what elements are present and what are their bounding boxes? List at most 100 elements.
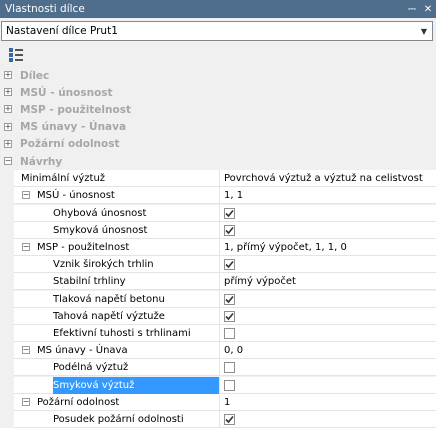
categorized-view-icon[interactable]	[9, 48, 23, 62]
property-label: Vznik širokých trhlin	[53, 259, 154, 271]
close-icon[interactable]: ✕	[420, 1, 436, 17]
property-value-text: 1, přímý výpočet, 1, 1, 0	[224, 242, 347, 253]
expand-icon[interactable]: +	[4, 122, 12, 131]
property-row[interactable]: Minimální výztuž Povrchová výztuž a výztu…	[0, 170, 436, 188]
collapse-icon[interactable]: −	[22, 191, 30, 200]
row-margin	[0, 170, 14, 188]
category-row[interactable]: − Návrhy	[0, 153, 436, 170]
property-row[interactable]: Podélná výztuž	[0, 359, 436, 377]
settings-selector[interactable]: Nastavení dílce Prut1 ▼	[1, 21, 433, 41]
category-row[interactable]: + Požární odolnost	[0, 136, 436, 153]
property-row[interactable]: Efektivní tuhosti s trhlinami	[0, 325, 436, 342]
property-label: Smyková výztuž	[53, 376, 219, 394]
checkbox-checked[interactable]	[224, 310, 235, 322]
expand-icon[interactable]: +	[4, 139, 12, 148]
settings-selector-value: Nastavení dílce Prut1	[6, 25, 118, 37]
chevron-down-icon[interactable]: ▼	[416, 27, 432, 36]
expand-icon[interactable]: +	[4, 71, 12, 79]
property-value-text: 1	[224, 396, 231, 408]
property-row[interactable]: − MSÚ - únosnost 1, 1	[0, 187, 436, 205]
property-value[interactable]: 1, 1	[220, 187, 436, 204]
row-margin	[0, 239, 14, 256]
property-label: Tlaková napětí betonu	[53, 293, 165, 305]
property-value[interactable]: 0, 0	[220, 342, 436, 359]
checkbox-checked[interactable]	[224, 293, 235, 305]
property-value[interactable]: přímý výpočet	[220, 273, 436, 290]
property-label: Minimální výztuž	[21, 173, 106, 185]
checkbox-checked[interactable]	[224, 207, 235, 219]
collapse-icon[interactable]: −	[22, 243, 30, 251]
pin-icon[interactable]: ⎓	[404, 1, 420, 17]
property-row[interactable]: − Požární odolnost 1	[0, 393, 436, 411]
checkbox-unchecked[interactable]	[224, 379, 235, 391]
collapse-icon[interactable]: −	[22, 346, 30, 355]
row-margin	[0, 342, 14, 360]
row-margin	[0, 359, 14, 377]
panel-titlebar: Vlastnosti dílce ⎓ ✕	[0, 0, 436, 18]
property-row[interactable]: Ohybová únosnost	[0, 204, 436, 222]
category-label: MSP - použitelnost	[20, 103, 131, 116]
toolbar	[0, 43, 436, 67]
category-row[interactable]: + MS únavy - Únava	[0, 119, 436, 136]
property-value[interactable]	[220, 222, 436, 239]
property-value[interactable]: 1	[220, 394, 436, 411]
collapse-icon[interactable]: −	[4, 157, 12, 165]
row-margin	[0, 204, 14, 222]
row-margin	[0, 325, 14, 342]
property-value-text: 0, 0	[224, 345, 244, 357]
property-value-text: 1, 1	[224, 190, 244, 202]
collapse-icon[interactable]: −	[22, 397, 30, 406]
property-label: Posudek požární odolnosti	[53, 414, 184, 425]
property-value[interactable]: 1, přímý výpočet, 1, 1, 0	[220, 239, 436, 256]
row-margin	[0, 273, 14, 291]
row-margin	[0, 290, 14, 308]
category-label: Návrhy	[20, 155, 63, 168]
property-row[interactable]: Smyková únosnost	[0, 221, 436, 239]
category-label: Dílec	[20, 69, 50, 82]
property-row[interactable]: Vznik širokých trhlin	[0, 256, 436, 274]
property-label: MS únavy - Únava	[37, 345, 128, 357]
property-row[interactable]: − MSP - použitelnost 1, přímý výpočet, 1, …	[0, 239, 436, 256]
property-grid: + Dílec + MSÚ - únosnost + MSP - použitelnost…	[0, 67, 436, 428]
property-row[interactable]: Stabilní trhliny přímý výpočet	[0, 273, 436, 291]
property-value[interactable]	[220, 256, 436, 273]
checkbox-unchecked[interactable]	[224, 362, 235, 374]
property-value[interactable]	[220, 291, 436, 308]
row-margin	[0, 256, 14, 274]
row-margin	[0, 187, 14, 205]
category-label: Požární odolnost	[20, 138, 120, 151]
checkbox-checked[interactable]	[224, 414, 235, 425]
category-label: MS únavy - Únava	[20, 121, 127, 134]
property-value[interactable]	[220, 308, 436, 325]
checkbox-checked[interactable]	[224, 224, 235, 236]
property-label: Podélná výztuž	[53, 362, 129, 374]
property-label: MSP - použitelnost	[37, 242, 130, 253]
row-margin	[0, 411, 14, 428]
checkbox-checked[interactable]	[224, 259, 235, 271]
property-row[interactable]: − MS únavy - Únava 0, 0	[0, 342, 436, 360]
property-label: Smyková únosnost	[53, 224, 148, 236]
expand-icon[interactable]: +	[4, 88, 12, 97]
property-value[interactable]	[220, 325, 436, 342]
property-value[interactable]	[220, 411, 436, 428]
property-label: Požární odolnost	[37, 396, 120, 408]
panel-title: Vlastnosti dílce	[5, 3, 85, 15]
category-row[interactable]: + Dílec	[0, 67, 436, 84]
property-value[interactable]	[220, 359, 436, 376]
property-value[interactable]: Povrchová výztuž a výztuž na celistvost	[220, 170, 436, 187]
category-label: MSÚ - únosnost	[20, 86, 113, 99]
property-label: Stabilní trhliny	[53, 276, 126, 288]
property-value[interactable]	[220, 205, 436, 222]
property-label: Ohybová únosnost	[53, 207, 147, 219]
category-row[interactable]: + MSÚ - únosnost	[0, 84, 436, 101]
property-row[interactable]: Posudek požární odolnosti	[0, 411, 436, 428]
category-row[interactable]: + MSP - použitelnost	[0, 101, 436, 118]
property-label: MSÚ - únosnost	[37, 190, 115, 202]
property-value[interactable]	[220, 377, 436, 394]
property-label: Efektivní tuhosti s trhlinami	[53, 328, 191, 339]
property-row[interactable]: Tahová napětí výztuže	[0, 307, 436, 325]
property-row[interactable]: Smyková výztuž	[0, 376, 436, 394]
property-row[interactable]: Tlaková napětí betonu	[0, 290, 436, 308]
checkbox-unchecked[interactable]	[224, 328, 235, 339]
expand-icon[interactable]: +	[4, 105, 12, 114]
